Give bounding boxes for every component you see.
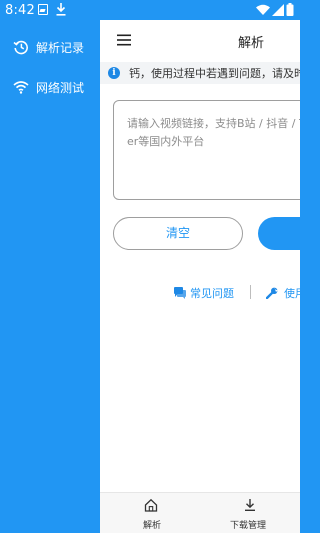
links-divider xyxy=(250,285,251,299)
app-notification-icon xyxy=(38,4,48,15)
app-bar: 解析 xyxy=(100,20,300,60)
usage-help-link[interactable]: 使用 xyxy=(266,285,300,301)
parse-button[interactable] xyxy=(258,217,300,250)
battery-icon xyxy=(286,3,294,16)
url-input-placeholder: 请输入视频链接，支持B站 / 抖音 / Twitter等国内外平台 xyxy=(127,117,300,148)
nav-item-parse[interactable]: 解析 xyxy=(136,493,166,533)
drawer-item-label: 网络测试 xyxy=(36,80,85,95)
notice-bar: i 钙，使用过程中若遇到问题，请及时反馈 xyxy=(100,62,300,84)
page-title: 解析 xyxy=(238,36,265,51)
wrench-icon xyxy=(266,287,278,299)
signal-icon xyxy=(272,3,284,16)
drawer-item-network-test[interactable]: 网络测试 xyxy=(0,72,100,102)
download-icon xyxy=(245,499,255,511)
wifi-icon xyxy=(256,4,270,15)
wifi-icon xyxy=(13,81,29,94)
home-icon xyxy=(144,498,158,512)
status-bar: 8:42 xyxy=(0,0,300,20)
drawer-item-label: 解析记录 xyxy=(36,40,85,55)
clear-button[interactable]: 清空 xyxy=(113,217,243,250)
info-icon: i xyxy=(108,67,120,79)
usage-help-label: 使用 xyxy=(284,287,300,300)
status-time: 8:42 xyxy=(5,3,35,18)
help-links: 常见问题 使用 xyxy=(100,282,300,302)
download-icon xyxy=(56,3,66,16)
navigation-drawer: 解析记录 网络测试 xyxy=(0,20,100,533)
nav-item-label: 下载管理 xyxy=(230,521,267,531)
notice-text: 钙，使用过程中若遇到问题，请及时反馈 xyxy=(129,67,300,80)
faq-link[interactable]: 常见问题 xyxy=(174,285,234,301)
drawer-item-history[interactable]: 解析记录 xyxy=(0,32,100,62)
menu-icon[interactable] xyxy=(117,34,131,46)
main-panel: 解析 i 钙，使用过程中若遇到问题，请及时反馈 请输入视频链接，支持B站 / 抖… xyxy=(100,20,300,533)
faq-chat-icon xyxy=(174,287,186,299)
nav-item-label: 解析 xyxy=(143,521,162,531)
status-right-icons xyxy=(256,3,294,16)
history-icon xyxy=(13,40,28,55)
faq-label: 常见问题 xyxy=(190,287,234,300)
nav-item-download-manager[interactable]: 下载管理 xyxy=(228,493,272,533)
bottom-navigation: 解析 下载管理 xyxy=(100,492,300,533)
video-url-input[interactable]: 请输入视频链接，支持B站 / 抖音 / Twitter等国内外平台 xyxy=(113,100,300,200)
